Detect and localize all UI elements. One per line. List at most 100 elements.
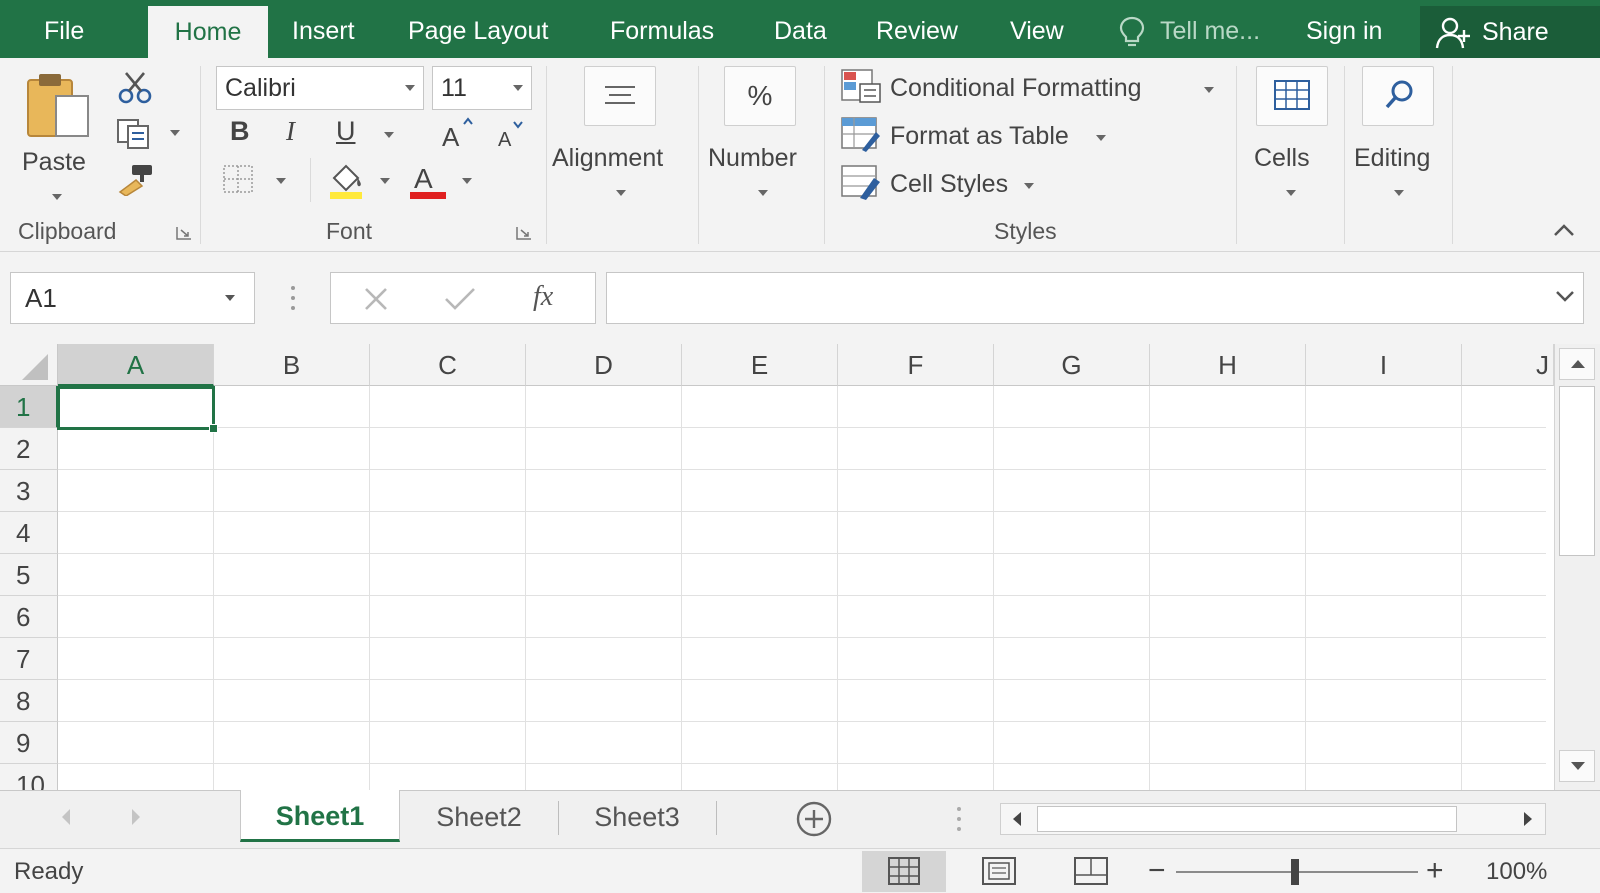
font-name-combo[interactable]: Calibri bbox=[216, 66, 424, 110]
cancel-entry-icon[interactable] bbox=[361, 285, 391, 313]
zoom-out-button[interactable]: − bbox=[1148, 849, 1166, 892]
name-box-dropdown-arrow[interactable] bbox=[225, 295, 235, 301]
borders-dropdown-arrow[interactable] bbox=[276, 178, 286, 184]
sheet-tab-sheet1[interactable]: Sheet1 bbox=[240, 790, 400, 842]
insert-function-icon[interactable]: fx bbox=[533, 281, 553, 313]
clipboard-group-label: Clipboard bbox=[18, 218, 117, 244]
fill-color-dropdown-arrow[interactable] bbox=[380, 178, 390, 184]
formula-bar-resize-handle-icon[interactable] bbox=[290, 284, 296, 312]
zoom-in-button[interactable]: + bbox=[1426, 849, 1444, 892]
format-as-table-button[interactable]: Format as Table bbox=[840, 116, 1120, 156]
tab-insert[interactable]: Insert bbox=[292, 0, 355, 58]
number-label: Number bbox=[708, 144, 797, 172]
column-header-f[interactable]: F bbox=[838, 344, 994, 386]
scroll-down-button[interactable] bbox=[1559, 750, 1595, 782]
sheet-tab-sheet3[interactable]: Sheet3 bbox=[562, 791, 712, 843]
column-header-e[interactable]: E bbox=[682, 344, 838, 386]
copy-dropdown-arrow[interactable] bbox=[170, 130, 180, 136]
underline-button[interactable]: U bbox=[336, 116, 356, 147]
row-header-3[interactable]: 3 bbox=[0, 470, 58, 512]
confirm-entry-icon[interactable] bbox=[443, 285, 477, 313]
tab-split-handle-icon[interactable] bbox=[956, 805, 962, 833]
scroll-left-icon[interactable] bbox=[1001, 804, 1035, 834]
row-header-6[interactable]: 6 bbox=[0, 596, 58, 638]
zoom-slider-thumb[interactable] bbox=[1291, 859, 1299, 885]
page-break-view-button[interactable] bbox=[1048, 851, 1132, 892]
sheet-tab-sheet2[interactable]: Sheet2 bbox=[404, 791, 554, 843]
copy-icon[interactable] bbox=[114, 116, 154, 150]
scroll-right-icon[interactable] bbox=[1511, 804, 1545, 834]
tab-file[interactable]: File bbox=[44, 0, 84, 58]
tab-page-layout[interactable]: Page Layout bbox=[408, 0, 548, 58]
column-header-d[interactable]: D bbox=[526, 344, 682, 386]
fill-handle[interactable] bbox=[209, 424, 218, 433]
tab-view[interactable]: View bbox=[1010, 0, 1064, 58]
font-color-icon[interactable]: A bbox=[408, 160, 448, 200]
font-size-combo[interactable]: 11 bbox=[432, 66, 532, 110]
next-sheet-icon[interactable] bbox=[126, 805, 146, 829]
clipboard-dialog-launcher-icon[interactable] bbox=[176, 226, 192, 240]
tab-data[interactable]: Data bbox=[774, 0, 827, 58]
scissors-icon[interactable] bbox=[116, 70, 156, 104]
column-header-j[interactable]: J bbox=[1462, 344, 1554, 386]
font-color-dropdown-arrow[interactable] bbox=[462, 178, 472, 184]
horizontal-scrollbar[interactable] bbox=[1000, 803, 1546, 835]
font-dialog-launcher-icon[interactable] bbox=[516, 226, 532, 240]
underline-dropdown-arrow[interactable] bbox=[384, 132, 394, 138]
cell-styles-button[interactable]: Cell Styles bbox=[840, 164, 1040, 204]
previous-sheet-icon[interactable] bbox=[56, 805, 76, 829]
row-header-10[interactable]: 10 bbox=[0, 764, 58, 790]
vertical-scrollbar[interactable] bbox=[1554, 344, 1600, 790]
row-header-1[interactable]: 1 bbox=[0, 386, 58, 428]
row-header-4[interactable]: 4 bbox=[0, 512, 58, 554]
increase-font-size-icon[interactable]: A bbox=[440, 116, 476, 150]
paste-button[interactable]: Paste bbox=[22, 66, 98, 200]
tab-formulas[interactable]: Formulas bbox=[610, 0, 714, 58]
column-header-i[interactable]: I bbox=[1306, 344, 1462, 386]
sign-in-link[interactable]: Sign in bbox=[1306, 0, 1382, 58]
font-name-value: Calibri bbox=[225, 74, 296, 102]
ribbon-separator bbox=[698, 66, 699, 244]
column-header-b[interactable]: B bbox=[214, 344, 370, 386]
cells-icon-box bbox=[1256, 66, 1328, 126]
row-header-9[interactable]: 9 bbox=[0, 722, 58, 764]
zoom-level[interactable]: 100% bbox=[1486, 849, 1547, 893]
status-bar: Ready − + 100% bbox=[0, 848, 1600, 893]
italic-button[interactable]: I bbox=[286, 116, 295, 147]
scroll-up-button[interactable] bbox=[1559, 348, 1595, 380]
fill-color-icon[interactable] bbox=[326, 160, 366, 200]
row-header-7[interactable]: 7 bbox=[0, 638, 58, 680]
column-header-h[interactable]: H bbox=[1150, 344, 1306, 386]
tab-home[interactable]: Home bbox=[148, 6, 268, 58]
vertical-scroll-thumb[interactable] bbox=[1559, 386, 1595, 556]
cells-button[interactable]: Cells bbox=[1246, 66, 1342, 206]
normal-view-button[interactable] bbox=[862, 851, 946, 892]
format-painter-icon[interactable] bbox=[116, 162, 156, 196]
row-header-8[interactable]: 8 bbox=[0, 680, 58, 722]
formula-input[interactable] bbox=[606, 272, 1584, 324]
cell-area[interactable] bbox=[58, 386, 1546, 790]
share-button[interactable]: Share bbox=[1420, 6, 1600, 58]
bold-button[interactable]: B bbox=[230, 116, 250, 147]
borders-icon[interactable] bbox=[222, 164, 256, 194]
select-all-corner[interactable] bbox=[0, 344, 58, 386]
name-box[interactable]: A1 bbox=[10, 272, 255, 324]
decrease-font-size-icon[interactable]: A bbox=[496, 120, 530, 150]
row-header-5[interactable]: 5 bbox=[0, 554, 58, 596]
expand-formula-bar-icon[interactable] bbox=[1554, 288, 1576, 304]
tab-review[interactable]: Review bbox=[876, 0, 958, 58]
active-cell-a1[interactable] bbox=[57, 386, 215, 430]
horizontal-scroll-thumb[interactable] bbox=[1037, 806, 1457, 832]
alignment-button[interactable]: Alignment bbox=[552, 66, 688, 206]
page-layout-view-button[interactable] bbox=[956, 851, 1040, 892]
column-header-g[interactable]: G bbox=[994, 344, 1150, 386]
column-header-a[interactable]: A bbox=[58, 344, 214, 386]
number-button[interactable]: % Number bbox=[706, 66, 818, 206]
plus-circle-icon[interactable] bbox=[794, 799, 834, 839]
row-header-2[interactable]: 2 bbox=[0, 428, 58, 470]
conditional-formatting-button[interactable]: Conditional Formatting bbox=[840, 68, 1220, 108]
editing-button[interactable]: Editing bbox=[1352, 66, 1452, 206]
column-header-c[interactable]: C bbox=[370, 344, 526, 386]
chevron-up-icon[interactable] bbox=[1552, 222, 1576, 238]
alignment-icon-box bbox=[584, 66, 656, 126]
